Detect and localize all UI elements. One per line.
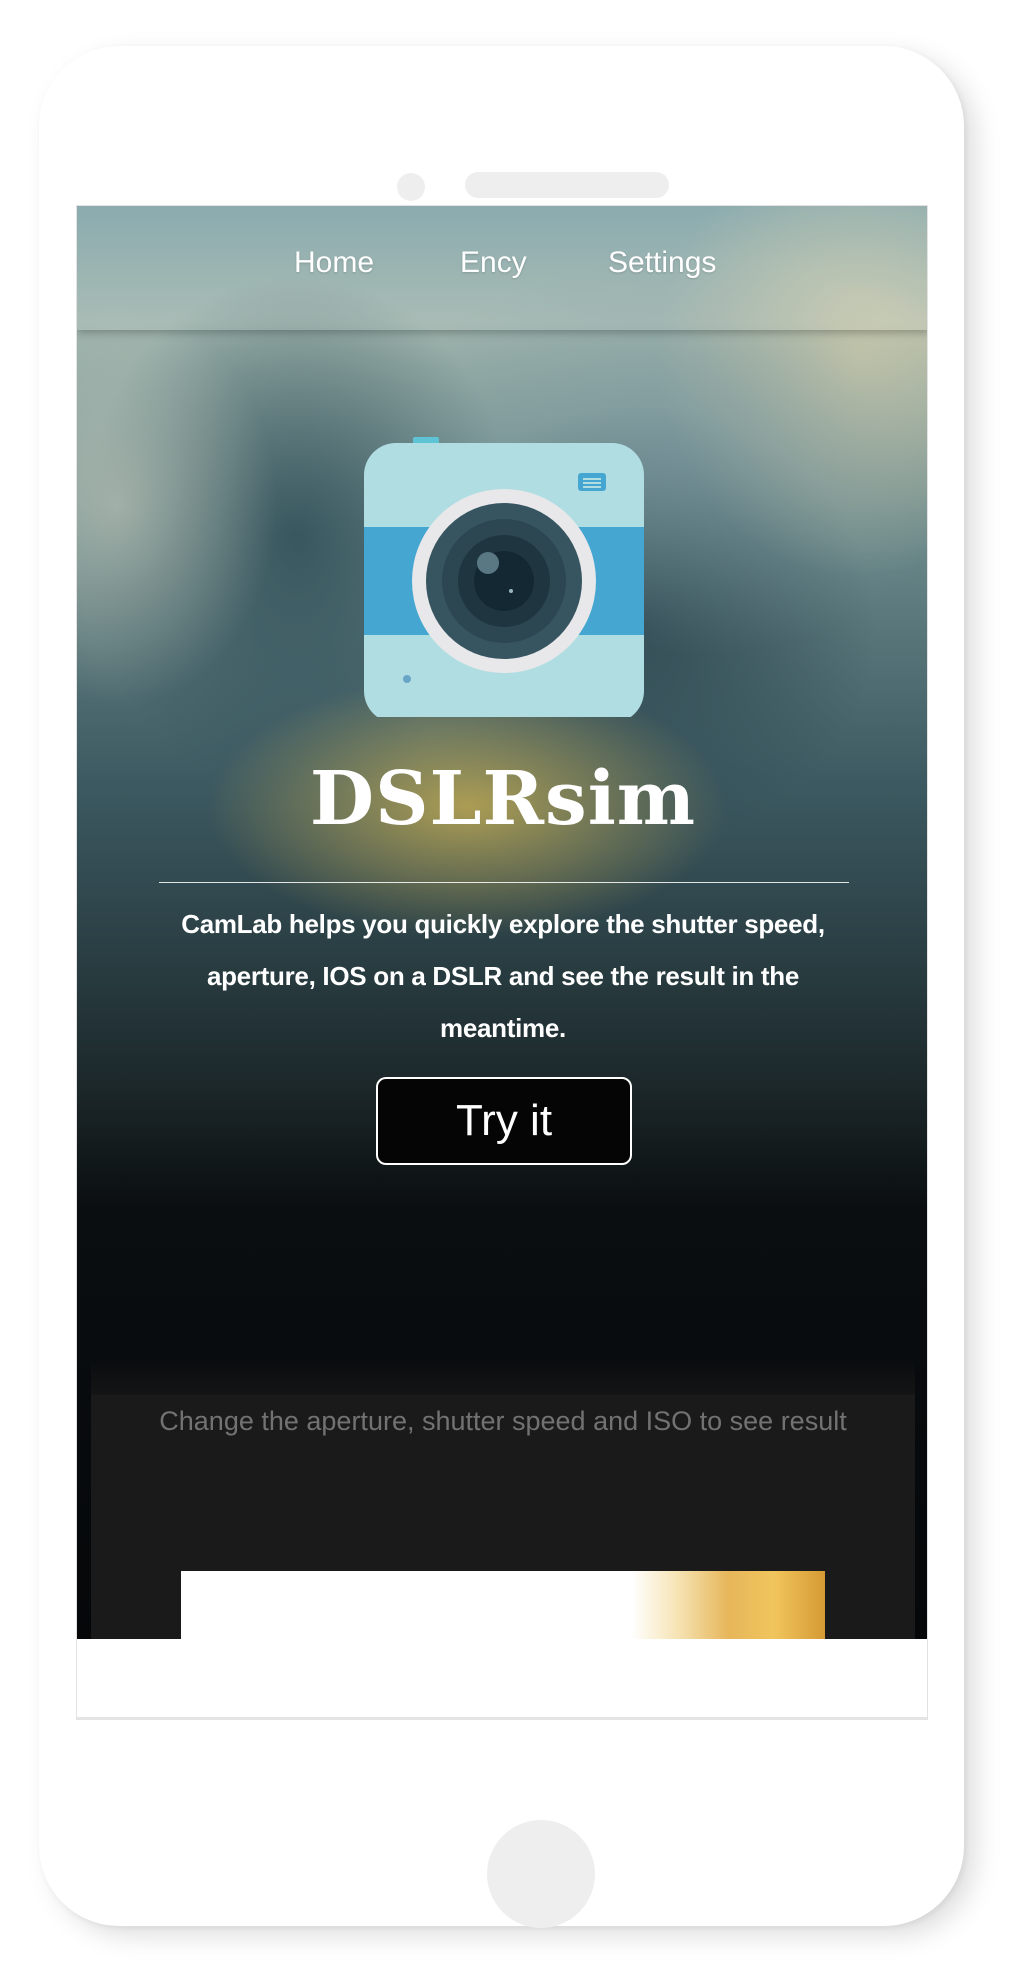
- title-divider: [159, 882, 849, 883]
- app-title: DSLRsim: [309, 756, 697, 842]
- front-camera: [397, 173, 425, 201]
- result-preview-image: [181, 1571, 825, 1639]
- try-it-button[interactable]: Try it: [376, 1077, 632, 1165]
- nav-item-ency[interactable]: Ency: [460, 246, 527, 280]
- nav-item-settings[interactable]: Settings: [608, 246, 716, 280]
- home-button[interactable]: [487, 1820, 595, 1928]
- camera-icon: [364, 437, 644, 717]
- phone-screen: Home Ency Settings DSLRsim CamLab helps …: [76, 205, 928, 1720]
- earpiece-speaker: [465, 172, 669, 198]
- nav-item-home[interactable]: Home: [294, 246, 374, 280]
- top-navigation: Home Ency Settings: [77, 206, 927, 330]
- app-background: Home Ency Settings DSLRsim CamLab helps …: [77, 206, 927, 1639]
- app-tagline: CamLab helps you quickly explore the shu…: [181, 909, 825, 1043]
- simulator-instruction: Change the aperture, shutter speed and I…: [159, 1406, 847, 1436]
